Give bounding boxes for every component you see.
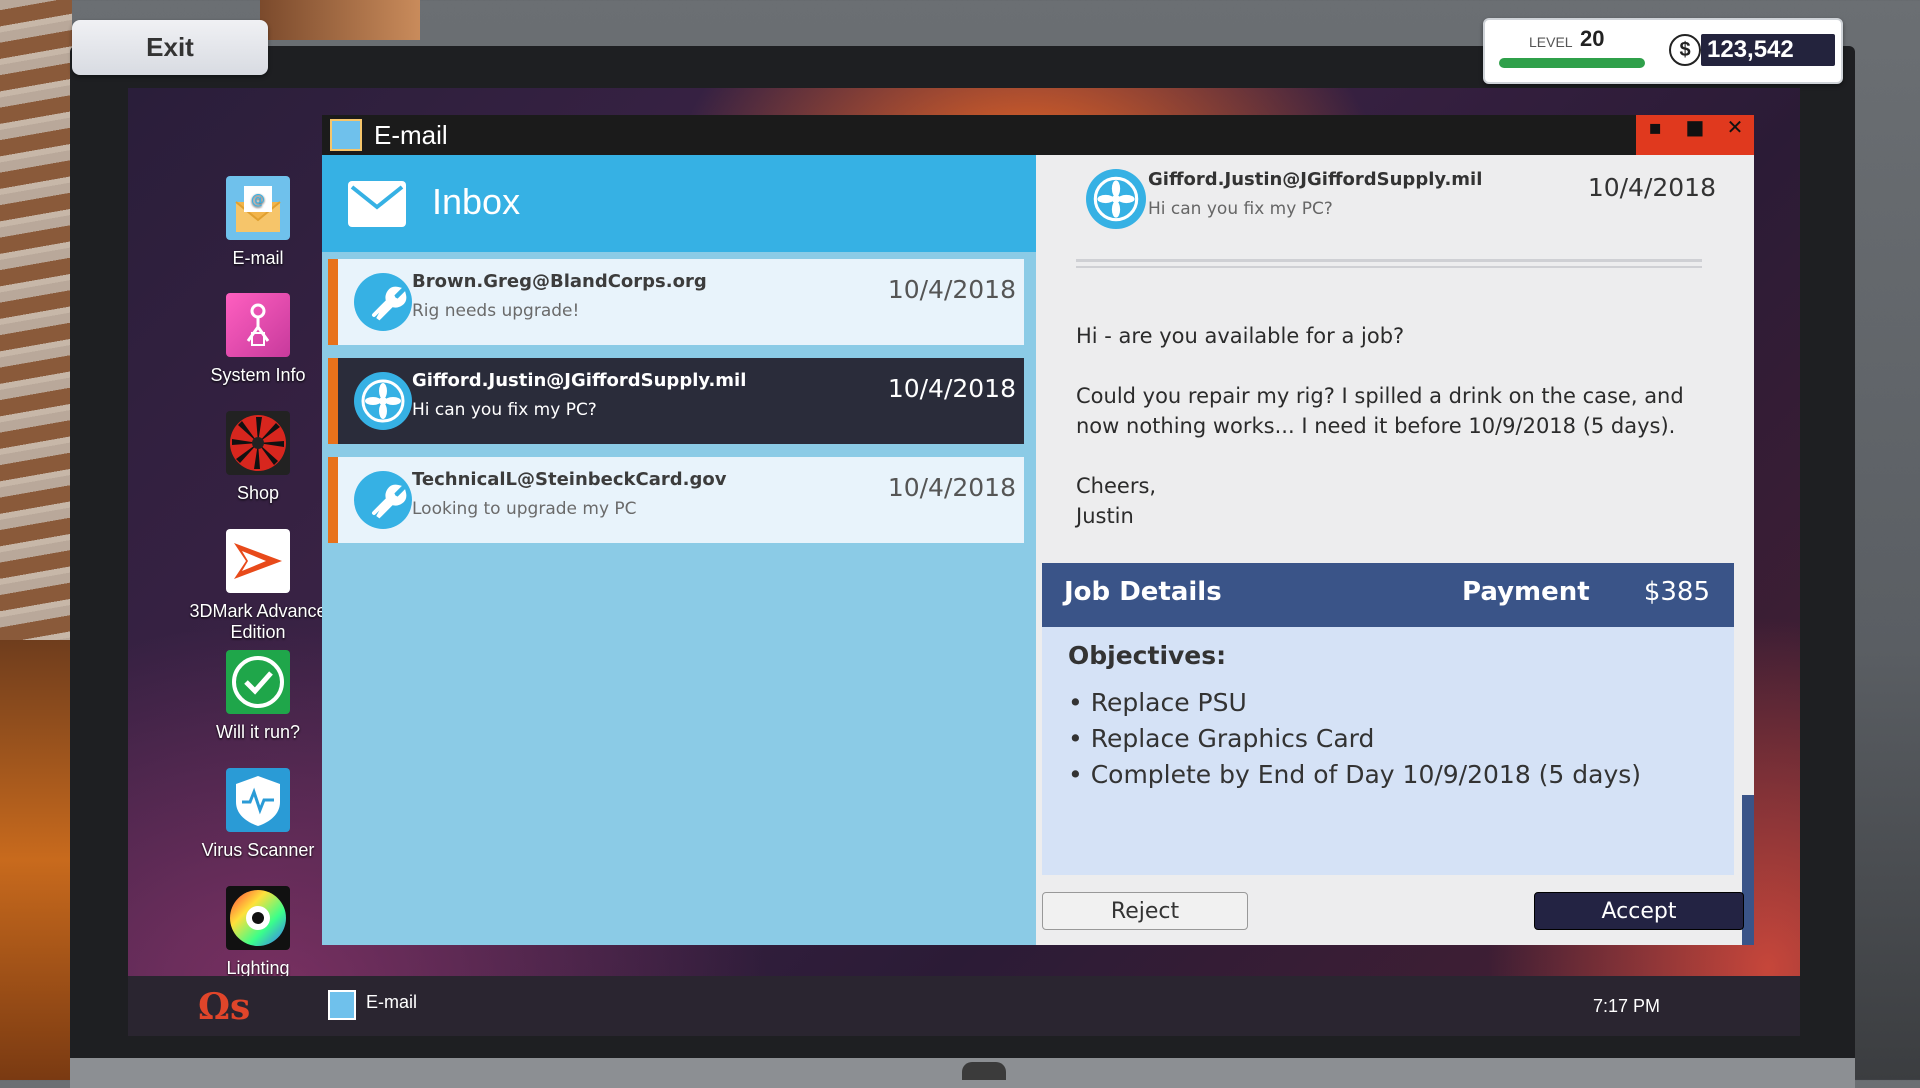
objectives-title: Objectives:	[1068, 641, 1227, 670]
shield-icon	[226, 768, 290, 832]
taskbar: Ωs E-mail 7:17 PM	[128, 976, 1800, 1036]
minimize-icon[interactable]: ▪	[1636, 115, 1674, 155]
objectives-list: • Replace PSU • Replace Graphics Card • …	[1068, 685, 1641, 793]
message-pane: Gifford.Justin@JGiffordSupply.mil Hi can…	[1036, 155, 1754, 945]
room-window-blinds	[0, 0, 72, 640]
money-value: 123,542	[1701, 34, 1835, 66]
email-app-icon: @	[226, 176, 290, 240]
mail-sender: TechnicalL@SteinbeckCard.gov	[412, 469, 727, 490]
close-icon[interactable]: ✕	[1716, 115, 1754, 155]
desktop-icon-label: Lighting	[226, 958, 290, 978]
fan-icon	[354, 372, 412, 430]
message-signature: Justin	[1076, 504, 1134, 528]
desktop-icon-label: E-mail	[232, 248, 284, 268]
payment-value: $385	[1643, 577, 1710, 607]
email-window: E-mail ▪ ■ ✕ Inbox Brown.Greg@BlandCorps…	[322, 115, 1754, 945]
mail-list-item-selected[interactable]: Gifford.Justin@JGiffordSupply.mil Hi can…	[328, 358, 1024, 444]
email-window-icon	[330, 119, 362, 151]
wrench-icon	[354, 471, 412, 529]
desktop-icon-3dmark[interactable]: 3DMark Advance Edition	[178, 529, 338, 643]
desktop-icon-label: 3DMark Advance	[189, 601, 327, 621]
desktop-icon-virus-scanner[interactable]: Virus Scanner	[178, 768, 338, 861]
message-body: Hi - are you available for a job? Could …	[1076, 321, 1696, 561]
mail-date: 10/4/2018	[887, 473, 1016, 502]
exit-button[interactable]: Exit	[72, 20, 268, 75]
message-sender: Gifford.Justin@JGiffordSupply.mil	[1148, 169, 1483, 190]
desktop-icon-label: Virus Scanner	[201, 840, 315, 860]
payment-label: Payment	[1462, 577, 1590, 607]
job-details-title: Job Details	[1064, 577, 1222, 607]
mail-list-item[interactable]: TechnicalL@SteinbeckCard.gov Looking to …	[328, 457, 1024, 543]
level-value: 20	[1580, 26, 1605, 51]
checkmark-icon	[226, 650, 290, 714]
desktop-icon-shop[interactable]: Shop	[178, 411, 338, 504]
desktop-icon-label: Shop	[236, 483, 280, 503]
color-wheel-icon	[226, 886, 290, 950]
taskbar-clock: 7:17 PM	[1592, 996, 1660, 1016]
mail-sender: Brown.Greg@BlandCorps.org	[412, 271, 707, 292]
job-details-body: Objectives: • Replace PSU • Replace Grap…	[1042, 627, 1734, 875]
message-signoff: Cheers,	[1076, 474, 1157, 498]
level-progress-bar	[1499, 58, 1645, 68]
system-info-icon	[226, 293, 290, 357]
level-label: LEVEL	[1529, 34, 1573, 50]
mail-date: 10/4/2018	[887, 275, 1016, 304]
dollar-icon: $	[1669, 34, 1701, 66]
os-start-button[interactable]: Ωs	[198, 986, 250, 1028]
room-shelf	[0, 640, 72, 1080]
reject-button[interactable]: Reject	[1042, 892, 1248, 930]
room-wood-beam	[260, 0, 420, 40]
desktop-icon-label: System Info	[210, 365, 306, 385]
desktop-icon-lighting[interactable]: Lighting	[178, 886, 338, 979]
mail-sender: Gifford.Justin@JGiffordSupply.mil	[412, 370, 747, 391]
wrench-icon	[354, 273, 412, 331]
mail-subject: Rig needs upgrade!	[412, 301, 580, 321]
taskbar-email-item[interactable]: E-mail	[366, 992, 417, 1013]
message-line: Hi - are you available for a job?	[1076, 324, 1405, 348]
shop-fan-icon	[226, 411, 290, 475]
window-titlebar[interactable]: E-mail ▪ ■ ✕	[322, 115, 1754, 155]
monitor-logo	[962, 1062, 1006, 1080]
inbox-header: Inbox	[322, 155, 1036, 252]
email-taskbar-icon[interactable]	[328, 990, 356, 1020]
accept-button[interactable]: Accept	[1534, 892, 1744, 930]
window-controls: ▪ ■ ✕	[1636, 115, 1754, 155]
desktop-icon-system-info[interactable]: System Info	[178, 293, 338, 386]
mail-subject: Looking to upgrade my PC	[412, 499, 637, 519]
svg-text:@: @	[251, 192, 265, 208]
message-subject: Hi can you fix my PC?	[1148, 199, 1333, 219]
player-hud: LEVEL 20 $ 123,542	[1483, 18, 1843, 84]
maximize-icon[interactable]: ■	[1676, 115, 1714, 155]
message-line: Could you repair my rig? I spilled a dri…	[1076, 384, 1684, 438]
objective-item: • Replace Graphics Card	[1068, 724, 1375, 753]
inbox-pane: Inbox Brown.Greg@BlandCorps.org Rig need…	[322, 155, 1036, 945]
desktop-icon-label: Will it run?	[215, 722, 300, 742]
desktop-icon-will-it-run[interactable]: Will it run?	[178, 650, 338, 743]
inbox-title: Inbox	[432, 181, 521, 222]
message-divider	[1076, 259, 1702, 268]
job-details-header: Job Details Payment $385	[1042, 563, 1734, 627]
3dmark-icon	[226, 529, 290, 593]
window-title: E-mail	[374, 120, 448, 150]
fan-icon	[1086, 169, 1146, 229]
desktop-icon-label-line2: Edition	[230, 622, 286, 642]
mail-date: 10/4/2018	[887, 374, 1016, 403]
desktop-icon-email[interactable]: @ E-mail	[178, 176, 338, 269]
objective-item: • Complete by End of Day 10/9/2018 (5 da…	[1068, 760, 1642, 789]
envelope-icon	[348, 181, 406, 227]
mail-subject: Hi can you fix my PC?	[412, 400, 597, 420]
mail-list-item[interactable]: Brown.Greg@BlandCorps.org Rig needs upgr…	[328, 259, 1024, 345]
objective-item: • Replace PSU	[1068, 688, 1247, 717]
message-date: 10/4/2018	[1587, 173, 1716, 202]
